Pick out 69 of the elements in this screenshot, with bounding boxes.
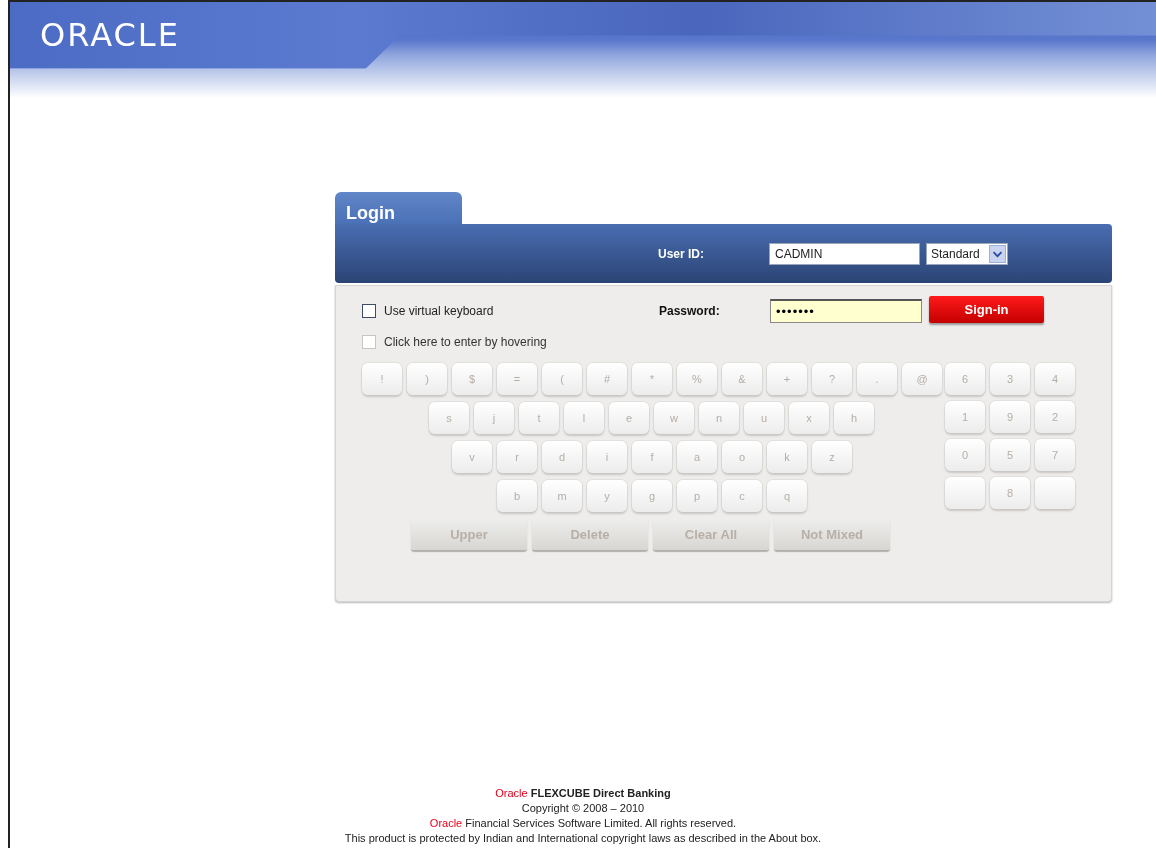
checkbox-label: Use virtual keyboard <box>384 304 494 318</box>
keyboard-key[interactable]: 3 <box>990 363 1030 395</box>
keyboard-key[interactable]: 5 <box>990 439 1030 471</box>
keyboard-key[interactable]: o <box>722 441 762 473</box>
keyboard-key[interactable]: n <box>699 402 739 434</box>
keyboard-key[interactable]: @ <box>902 363 942 395</box>
keyboard-key[interactable]: e <box>609 402 649 434</box>
keyboard-key[interactable]: x <box>789 402 829 434</box>
keyboard-key[interactable]: 9 <box>990 401 1030 433</box>
keyboard-key[interactable]: b <box>497 480 537 512</box>
keyboard-key[interactable]: ( <box>542 363 582 395</box>
keyboard-key[interactable]: & <box>722 363 762 395</box>
keyboard-key[interactable]: * <box>632 363 672 395</box>
keyboard-action-button[interactable]: Clear All <box>653 518 769 550</box>
keyboard-key[interactable]: z <box>812 441 852 473</box>
keyboard-key[interactable]: % <box>677 363 717 395</box>
keyboard-key[interactable]: u <box>744 402 784 434</box>
keyboard-action-button[interactable]: Not Mixed <box>774 518 890 550</box>
keyboard-key[interactable]: 4 <box>1035 363 1075 395</box>
keyboard-key[interactable]: m <box>542 480 582 512</box>
keyboard-key[interactable]: 7 <box>1035 439 1075 471</box>
keyboard-key[interactable]: w <box>654 402 694 434</box>
keyboard-key[interactable]: 8 <box>990 477 1030 509</box>
keyboard-key[interactable]: + <box>767 363 807 395</box>
keyboard-key[interactable]: ! <box>362 363 402 395</box>
sign-in-button[interactable]: Sign-in <box>929 295 1044 323</box>
keyboard-key[interactable]: t <box>519 402 559 434</box>
keyboard-key[interactable]: 2 <box>1035 401 1075 433</box>
blank-key[interactable] <box>1035 477 1075 509</box>
keyboard-key[interactable]: . <box>857 363 897 395</box>
keyboard-key[interactable]: = <box>497 363 537 395</box>
keyboard-key[interactable]: s <box>429 402 469 434</box>
footer-text: FLEXCUBE Direct Banking <box>530 787 671 799</box>
checkbox-label: Click here to enter by hovering <box>384 335 547 349</box>
keyboard-key[interactable]: $ <box>452 363 492 395</box>
keyboard-key[interactable]: p <box>677 480 717 512</box>
keyboard-key[interactable]: c <box>722 480 762 512</box>
keyboard-key[interactable]: v <box>452 441 492 473</box>
keyboard-key[interactable]: a <box>677 441 717 473</box>
keyboard-key[interactable]: 1 <box>945 401 985 433</box>
keyboard-key[interactable]: d <box>542 441 582 473</box>
keyboard-key[interactable]: f <box>632 441 672 473</box>
user-id-label: User ID: <box>658 246 705 261</box>
keyboard-key[interactable]: y <box>587 480 627 512</box>
footer-text: Copyright © 2008 – 2010 <box>521 802 645 814</box>
keyboard-action-button[interactable]: Upper <box>411 518 527 550</box>
keyboard-key[interactable]: q <box>767 480 807 512</box>
keyboard-key[interactable]: k <box>767 441 807 473</box>
password-label: Password: <box>659 304 721 318</box>
keyboard-key[interactable]: 6 <box>945 363 985 395</box>
keyboard-key[interactable]: r <box>497 441 537 473</box>
keyboard-key[interactable]: j <box>474 402 514 434</box>
keyboard-key[interactable]: ) <box>407 363 447 395</box>
oracle-logo: ORACLE <box>40 16 180 54</box>
password-field[interactable]: ••••••• <box>770 299 922 323</box>
mode-select[interactable]: Standard <box>926 242 1008 265</box>
keyboard-key[interactable]: 0 <box>945 439 985 471</box>
keyboard-key[interactable]: h <box>834 402 874 434</box>
blank-key[interactable] <box>945 477 985 509</box>
keyboard-key[interactable]: ? <box>812 363 852 395</box>
user-id-field[interactable]: CADMIN <box>769 242 920 265</box>
brand-name: Oracle <box>429 817 463 829</box>
footer-text: This product is protected by Indian and International copyright laws as described in the About box. <box>344 832 822 844</box>
keyboard-key[interactable]: g <box>632 480 672 512</box>
keyboard-action-button[interactable]: Delete <box>532 518 648 550</box>
footer-text: Financial Services Software Limited. All rights reserved. <box>465 817 737 829</box>
brand-name: Oracle <box>495 787 528 799</box>
checkbox[interactable] <box>362 304 376 318</box>
keyboard-key[interactable]: # <box>587 363 627 395</box>
